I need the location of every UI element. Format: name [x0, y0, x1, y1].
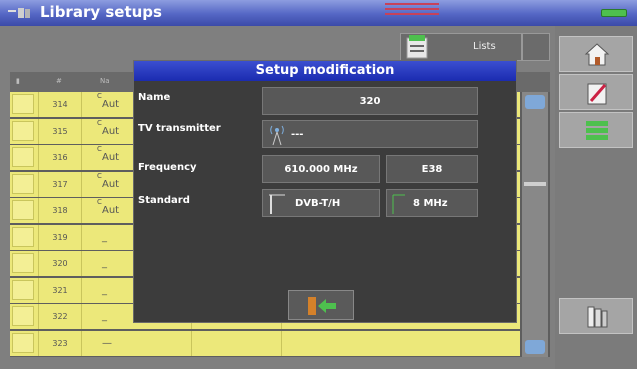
exit-icon — [308, 297, 336, 315]
tab-lists-label: Lists — [473, 41, 496, 52]
row-checkbox[interactable] — [12, 279, 34, 300]
list-icon — [406, 35, 428, 59]
broadcast-tower-icon — [269, 194, 285, 214]
tv-transmitter-field[interactable]: --- — [262, 120, 478, 148]
header-check-icon: ▮ — [16, 77, 20, 85]
status-indicator — [385, 3, 439, 22]
channel-value: E38 — [421, 164, 443, 175]
tv-transmitter-label: TV transmitter — [138, 123, 221, 134]
row-checkbox[interactable] — [12, 147, 34, 167]
row-number: 322 — [38, 304, 82, 329]
standard-value: DVB-T/H — [295, 198, 341, 209]
battery-icon — [601, 9, 627, 17]
right-toolbar — [555, 26, 637, 369]
row-small-label: C — [97, 92, 102, 100]
tab-blank[interactable] — [522, 33, 550, 61]
row-checkbox[interactable] — [12, 253, 34, 273]
library-icon — [587, 306, 608, 328]
row-checkbox[interactable] — [12, 120, 34, 141]
scroll-thumb[interactable] — [524, 182, 546, 186]
title-bar: Library setups — [0, 0, 637, 26]
name-value: 320 — [359, 96, 381, 107]
row-number: 314 — [38, 92, 82, 117]
row-number: 319 — [38, 224, 82, 250]
row-cell — [192, 330, 282, 356]
tv-transmitter-value: --- — [291, 129, 304, 140]
scroll-up-button[interactable] — [525, 95, 545, 109]
bandwidth-value: 8 MHz — [413, 198, 448, 209]
edit-button[interactable] — [559, 74, 633, 110]
bandwidth-field[interactable]: 8 MHz — [386, 189, 478, 217]
row-checkbox[interactable] — [12, 94, 34, 114]
list-setup-button[interactable] — [559, 112, 633, 148]
table-scrollbar[interactable] — [522, 92, 548, 357]
exit-button[interactable] — [288, 290, 354, 320]
row-small-label: C — [97, 171, 102, 180]
frequency-field[interactable]: 610.000 MHz — [262, 155, 380, 183]
bandwidth-icon — [392, 194, 405, 214]
header-name: Na — [100, 77, 110, 85]
name-label: Name — [138, 92, 171, 103]
header-num: # — [56, 77, 62, 85]
row-checkbox[interactable] — [12, 306, 34, 326]
row-number: 320 — [38, 251, 82, 276]
row-number: 323 — [38, 330, 82, 356]
row-small-label: C — [97, 198, 102, 206]
frequency-value: 610.000 MHz — [284, 164, 358, 175]
row-checkbox[interactable] — [12, 200, 34, 220]
row-checkbox[interactable] — [12, 173, 34, 194]
home-button[interactable] — [559, 36, 633, 72]
row-small-label: C — [97, 118, 102, 127]
row-number: 318 — [38, 198, 82, 223]
frequency-label: Frequency — [138, 162, 197, 173]
channel-field[interactable]: E38 — [386, 155, 478, 183]
table-row[interactable]: 323— — [10, 330, 520, 356]
row-cell — [282, 331, 520, 356]
name-field[interactable]: 320 — [262, 87, 478, 115]
home-icon — [584, 43, 610, 66]
dialog-title: Setup modification — [134, 61, 516, 81]
tab-lists[interactable]: Lists — [400, 33, 522, 61]
window-title: Library setups — [40, 3, 162, 21]
list-setup-icon — [586, 121, 608, 140]
standard-field[interactable]: DVB-T/H — [262, 189, 380, 217]
setup-modification-dialog: Setup modification Name 320 TV transmitt… — [133, 60, 517, 323]
standard-label: Standard — [138, 195, 190, 206]
row-checkbox[interactable] — [12, 226, 34, 247]
row-checkbox[interactable] — [12, 332, 34, 353]
row-number: 317 — [38, 171, 82, 197]
row-name: — — [84, 330, 192, 356]
library-icon — [8, 8, 30, 18]
row-number: 315 — [38, 118, 82, 144]
row-small-label: C — [97, 145, 102, 153]
antenna-icon — [270, 125, 284, 146]
library-button[interactable] — [559, 298, 633, 334]
edit-icon — [587, 83, 607, 105]
row-number: 321 — [38, 277, 82, 303]
row-number: 316 — [38, 145, 82, 170]
scroll-down-button[interactable] — [525, 340, 545, 354]
